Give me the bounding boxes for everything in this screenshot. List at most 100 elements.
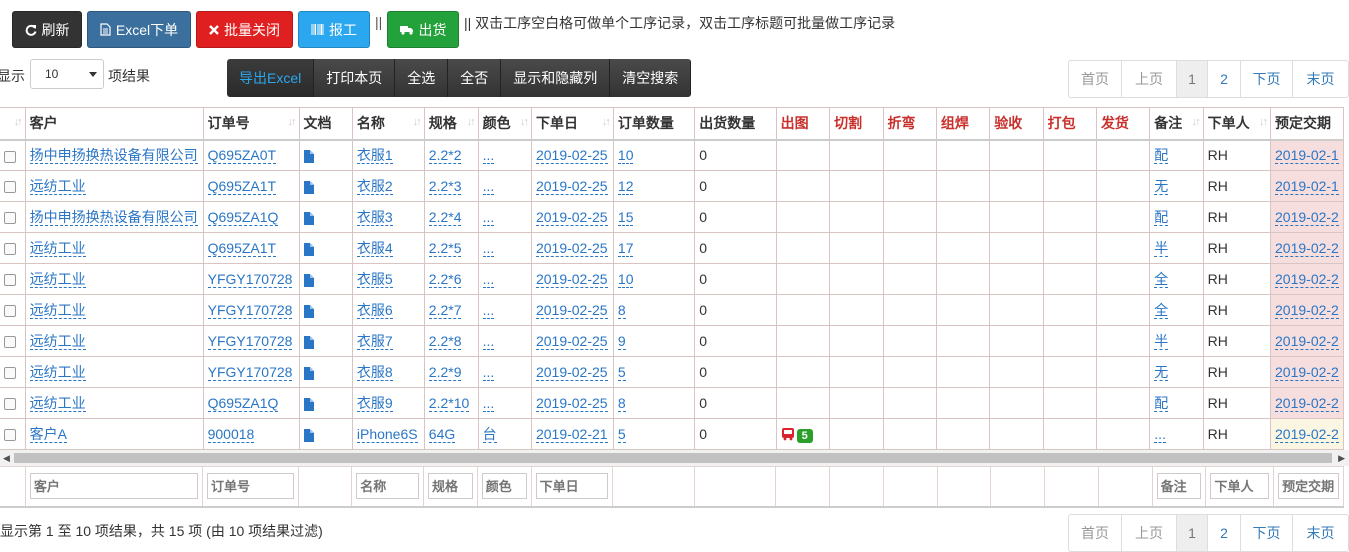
- step-cell-deliver[interactable]: [1095, 263, 1151, 295]
- qty-link[interactable]: 17: [617, 240, 634, 257]
- name-link[interactable]: iPhone6S: [356, 426, 418, 443]
- name-link[interactable]: 衣服8: [356, 364, 393, 381]
- page-1[interactable]: 1: [1177, 515, 1208, 551]
- due-date-link[interactable]: 2019-02-2: [1275, 271, 1339, 288]
- spec-link[interactable]: 2.2*6: [428, 271, 462, 288]
- spec-link[interactable]: 2.2*10: [428, 395, 470, 412]
- qty-link[interactable]: 15: [617, 209, 634, 226]
- spec-link[interactable]: 64G: [428, 426, 456, 443]
- step-cell-bending[interactable]: [882, 356, 937, 388]
- header-date[interactable]: 下单日 ↓↑: [530, 107, 614, 141]
- due-date-link[interactable]: 2019-02-2: [1275, 209, 1339, 226]
- refresh-button[interactable]: 刷新: [12, 11, 82, 48]
- step-cell-inspect[interactable]: [989, 325, 1044, 357]
- filter-by[interactable]: [1210, 473, 1270, 500]
- color-link[interactable]: ...: [482, 333, 495, 350]
- note-link[interactable]: 全: [1154, 271, 1169, 288]
- row-checkbox[interactable]: [4, 212, 17, 225]
- customer-link[interactable]: 扬中申扬换热设备有限公司: [29, 209, 198, 226]
- step-cell-bending[interactable]: [882, 263, 937, 295]
- filter-spec[interactable]: [427, 473, 473, 500]
- step-cell-inspect[interactable]: [989, 139, 1044, 171]
- step-cell-cutting[interactable]: [829, 232, 884, 264]
- order-link[interactable]: YFGY170728: [207, 364, 293, 381]
- due-date-link[interactable]: 2019-02-2: [1275, 364, 1339, 381]
- row-checkbox[interactable]: [4, 336, 17, 349]
- step-cell-drawing[interactable]: [775, 387, 831, 419]
- clear-search-button[interactable]: 清空搜索: [610, 59, 692, 97]
- date-link[interactable]: 2019-02-25: [535, 147, 608, 165]
- order-link[interactable]: Q695ZA1Q: [207, 209, 279, 226]
- page-1[interactable]: 1: [1177, 61, 1208, 97]
- qty-link[interactable]: 5: [617, 426, 626, 443]
- step-cell-cutting[interactable]: [829, 263, 884, 295]
- due-date-link[interactable]: 2019-02-1: [1275, 147, 1339, 165]
- step-cell-drawing[interactable]: 5: [775, 418, 831, 450]
- step-cell-cutting[interactable]: [829, 139, 884, 171]
- qty-link[interactable]: 9: [617, 333, 626, 350]
- document-icon[interactable]: [303, 150, 314, 164]
- bus-icon[interactable]: [781, 427, 795, 441]
- step-cell-bending[interactable]: [882, 387, 937, 419]
- date-link[interactable]: 2019-02-25: [535, 333, 608, 350]
- page-next[interactable]: 下页: [1241, 61, 1293, 97]
- filter-order[interactable]: [206, 473, 294, 500]
- row-checkbox[interactable]: [4, 305, 17, 318]
- step-cell-inspect[interactable]: [989, 418, 1044, 450]
- spec-link[interactable]: 2.2*8: [428, 333, 462, 350]
- batch-close-button[interactable]: 批量关闭: [196, 11, 293, 48]
- step-cell-inspect[interactable]: [989, 387, 1044, 419]
- excel-order-button[interactable]: Excel下单: [87, 11, 191, 48]
- note-link[interactable]: 全: [1154, 302, 1169, 319]
- document-icon[interactable]: [303, 367, 314, 380]
- step-cell-bending[interactable]: [882, 139, 937, 171]
- step-cell-bending[interactable]: [882, 201, 937, 233]
- due-date-link[interactable]: 2019-02-1: [1275, 178, 1339, 195]
- step-cell-bending[interactable]: [882, 418, 937, 450]
- scrollbar-thumb[interactable]: [14, 453, 1332, 463]
- step-cell-bending[interactable]: [882, 294, 937, 326]
- step-cell-welding[interactable]: [935, 356, 991, 388]
- filter-name[interactable]: [356, 473, 419, 500]
- order-link[interactable]: YFGY170728: [207, 271, 293, 288]
- spec-link[interactable]: 2.2*9: [428, 364, 462, 381]
- page-first[interactable]: 首页: [1069, 61, 1122, 97]
- step-cell-deliver[interactable]: [1095, 325, 1151, 357]
- color-link[interactable]: ...: [482, 240, 495, 257]
- step-cell-pack[interactable]: [1042, 418, 1097, 450]
- step-cell-bending[interactable]: [882, 232, 937, 264]
- step-cell-welding[interactable]: [935, 387, 991, 419]
- customer-link[interactable]: 扬中申扬换热设备有限公司: [29, 147, 198, 165]
- qty-link[interactable]: 12: [617, 178, 634, 195]
- page-2[interactable]: 2: [1208, 61, 1241, 97]
- document-icon[interactable]: [303, 274, 314, 287]
- filter-customer[interactable]: [29, 473, 198, 500]
- step-cell-deliver[interactable]: [1095, 356, 1151, 388]
- step-cell-deliver[interactable]: [1095, 170, 1151, 202]
- header-step-bending[interactable]: 折弯: [882, 107, 937, 141]
- step-cell-welding[interactable]: [935, 232, 991, 264]
- qty-link[interactable]: 10: [617, 271, 634, 288]
- note-link[interactable]: 无: [1154, 178, 1169, 195]
- step-cell-deliver[interactable]: [1095, 139, 1151, 171]
- order-link[interactable]: Q695ZA1Q: [207, 395, 279, 412]
- color-link[interactable]: ...: [482, 302, 495, 319]
- step-cell-cutting[interactable]: [829, 170, 884, 202]
- qty-link[interactable]: 10: [617, 147, 634, 165]
- color-link[interactable]: ...: [482, 364, 495, 381]
- step-cell-inspect[interactable]: [989, 356, 1044, 388]
- qty-link[interactable]: 8: [617, 302, 626, 319]
- page-last[interactable]: 末页: [1293, 61, 1348, 97]
- row-checkbox[interactable]: [4, 150, 17, 163]
- step-cell-welding[interactable]: [935, 201, 991, 233]
- due-date-link[interactable]: 2019-02-2: [1275, 240, 1339, 257]
- step-cell-pack[interactable]: [1042, 170, 1097, 202]
- step-cell-inspect[interactable]: [989, 263, 1044, 295]
- customer-link[interactable]: 远纺工业: [29, 240, 86, 257]
- scroll-left-icon[interactable]: ◀: [3, 453, 10, 464]
- order-link[interactable]: Q695ZA1T: [207, 178, 277, 195]
- header-color[interactable]: 颜色 ↓↑: [477, 107, 532, 141]
- order-link[interactable]: 900018: [207, 426, 255, 443]
- color-link[interactable]: ...: [482, 147, 495, 165]
- step-cell-deliver[interactable]: [1095, 232, 1151, 264]
